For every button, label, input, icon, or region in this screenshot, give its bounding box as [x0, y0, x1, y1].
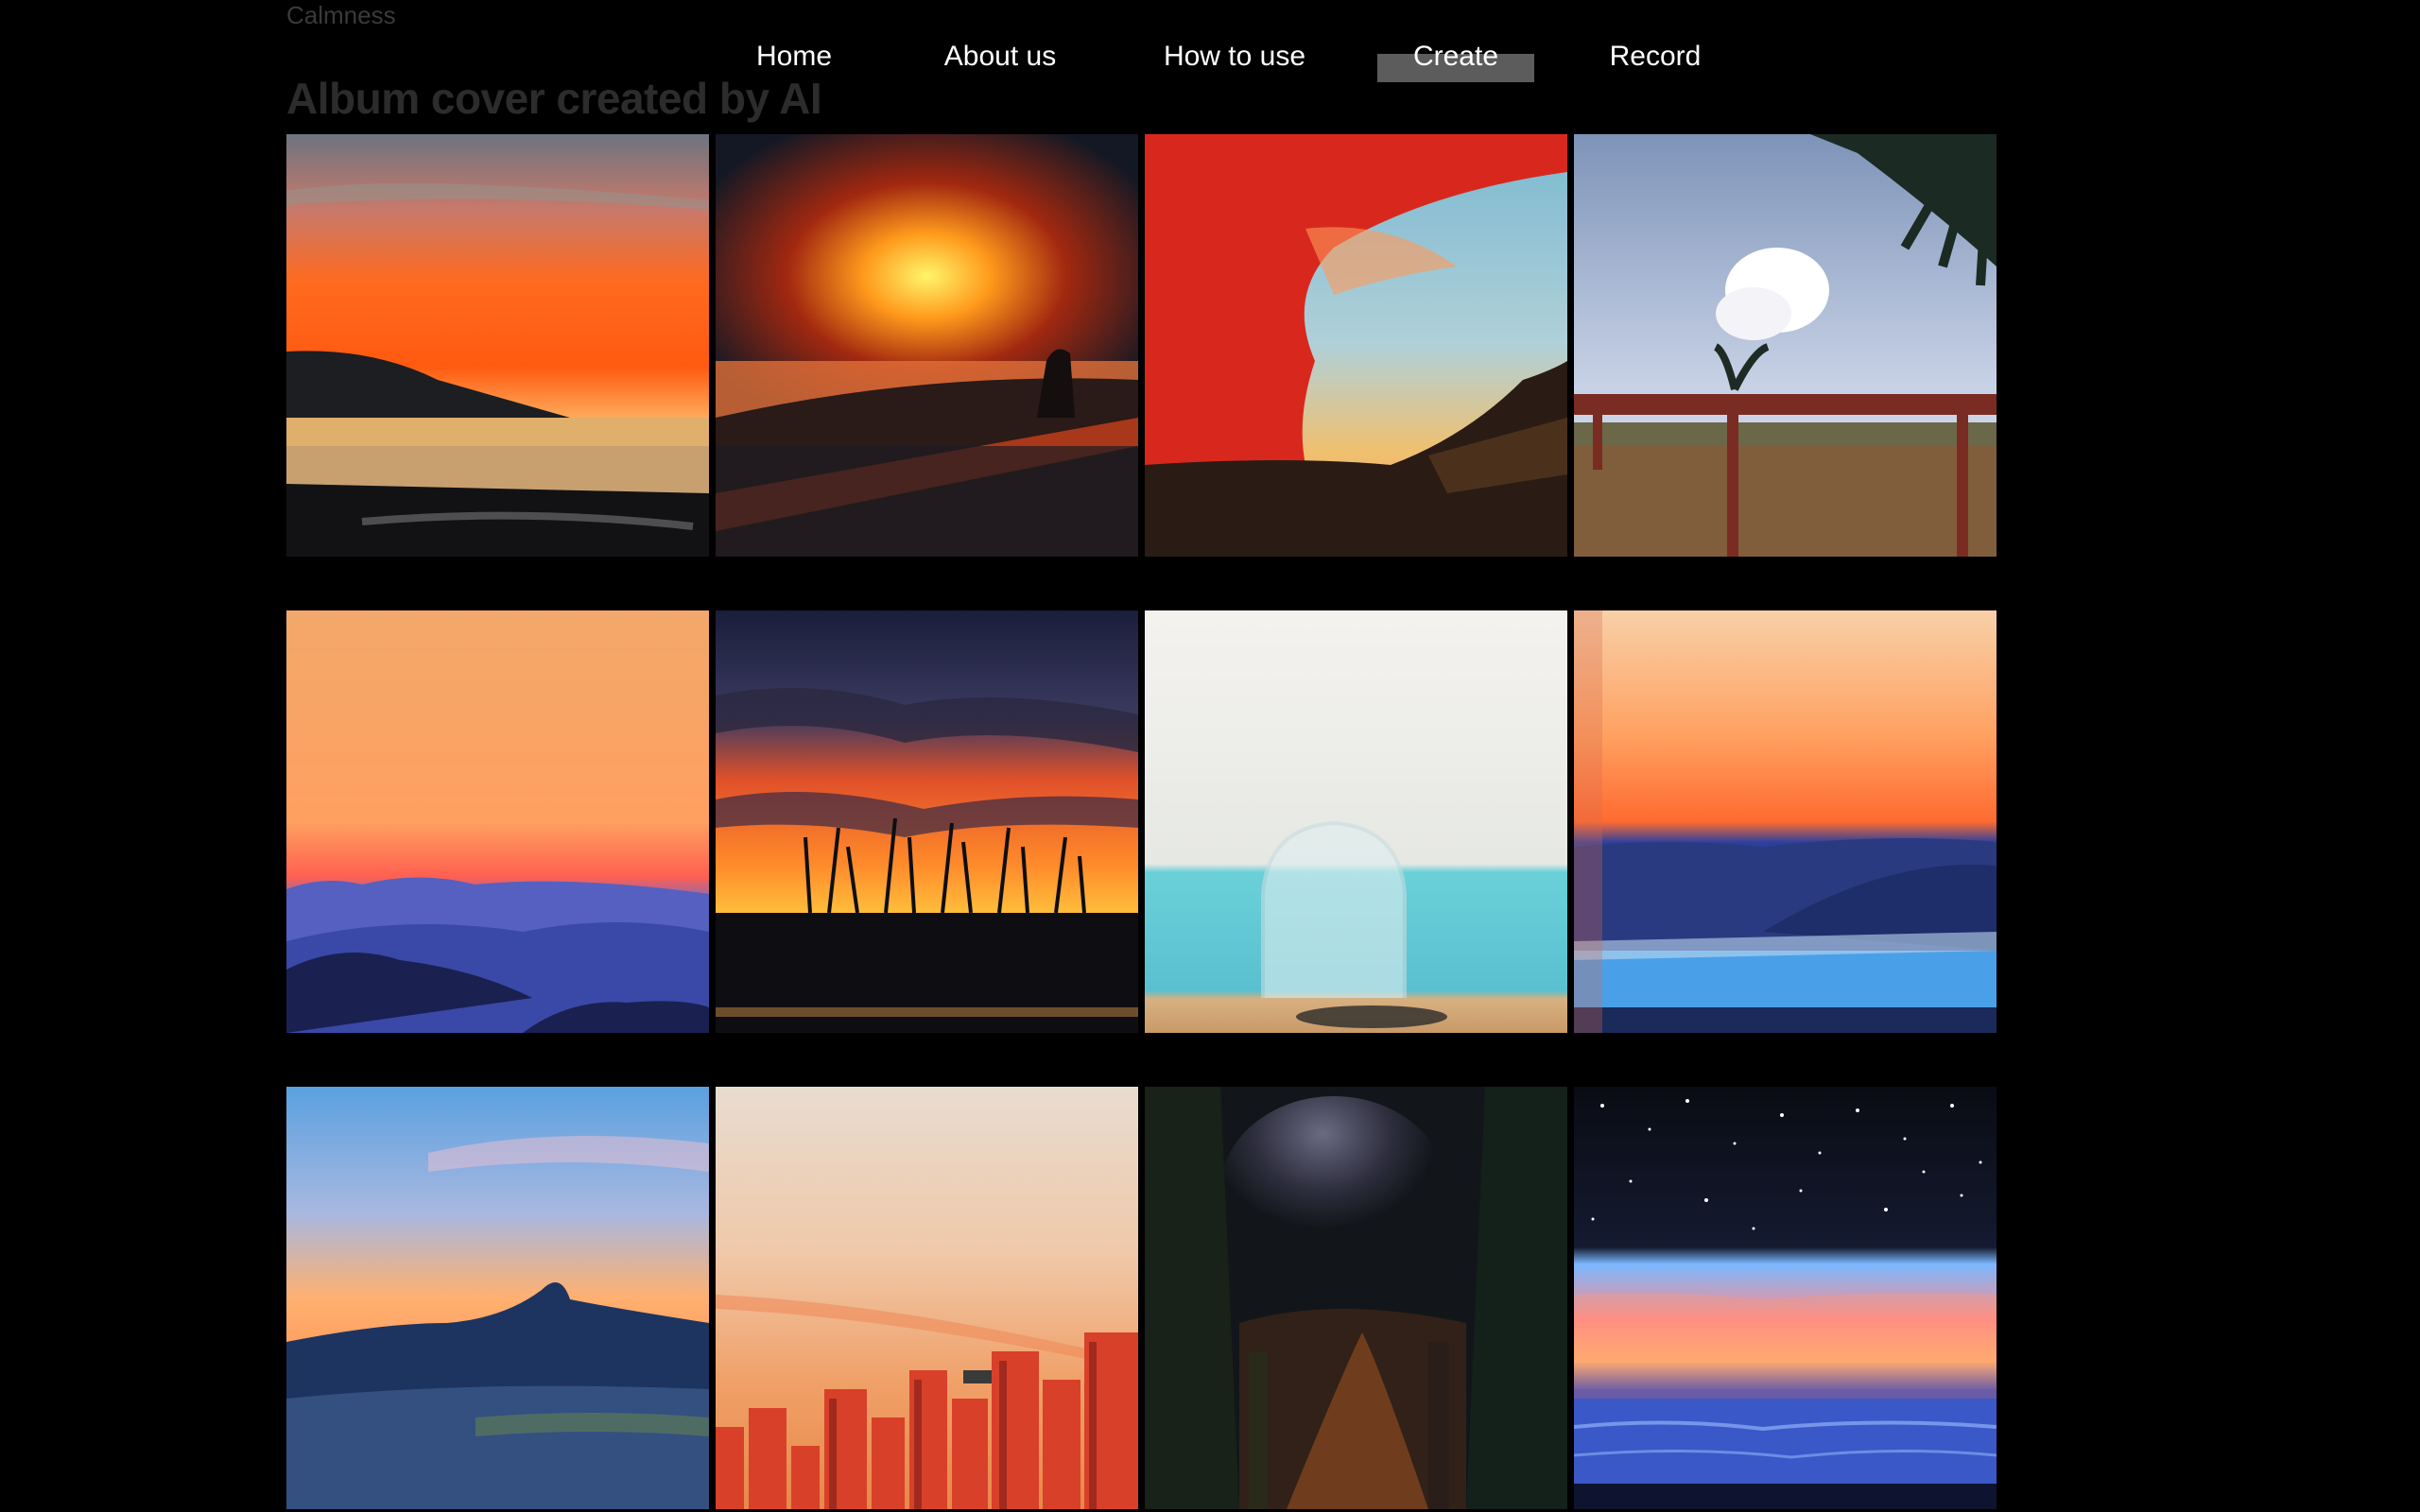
nav-record-label: Record	[1609, 41, 1702, 72]
album-cover-image	[1574, 1087, 1996, 1509]
album-cover-gallery	[286, 134, 1996, 1509]
album-cover-image	[716, 610, 1138, 1033]
nav-about-us[interactable]: About us	[936, 34, 1064, 79]
album-cover-tile[interactable]	[1145, 1087, 1567, 1509]
album-cover-tile[interactable]	[1574, 134, 1996, 557]
album-cover-image	[716, 1087, 1138, 1509]
album-cover-image	[1145, 1087, 1567, 1509]
album-cover-tile[interactable]	[716, 1087, 1138, 1509]
album-cover-tile[interactable]	[716, 610, 1138, 1033]
album-cover-tile[interactable]	[1145, 610, 1567, 1033]
nav-how-to-use-label: How to use	[1163, 41, 1306, 72]
album-cover-tile[interactable]	[1574, 610, 1996, 1033]
album-cover-image	[1145, 610, 1567, 1033]
album-cover-image	[1574, 134, 1996, 557]
album-cover-image	[286, 134, 709, 557]
album-cover-tile[interactable]	[286, 1087, 709, 1509]
album-cover-tile[interactable]	[286, 610, 709, 1033]
nav-home-label: Home	[755, 41, 833, 72]
nav-about-us-label: About us	[943, 41, 1057, 72]
album-cover-tile[interactable]	[1574, 1087, 1996, 1509]
album-cover-image	[286, 1087, 709, 1509]
nav-record[interactable]: Record	[1603, 34, 1707, 79]
nav-how-to-use[interactable]: How to use	[1159, 34, 1310, 79]
album-cover-image	[286, 610, 709, 1033]
nav-create[interactable]: Create	[1377, 34, 1534, 82]
nav-home[interactable]: Home	[747, 34, 841, 79]
album-cover-image	[1574, 610, 1996, 1033]
album-cover-tile[interactable]	[1145, 134, 1567, 557]
nav-create-label: Create	[1412, 41, 1499, 72]
album-cover-tile[interactable]	[716, 134, 1138, 557]
album-cover-image	[716, 134, 1138, 557]
album-cover-tile[interactable]	[286, 134, 709, 557]
album-cover-image	[1145, 134, 1567, 557]
main-nav: Home About us How to use Create Record	[0, 0, 2420, 113]
